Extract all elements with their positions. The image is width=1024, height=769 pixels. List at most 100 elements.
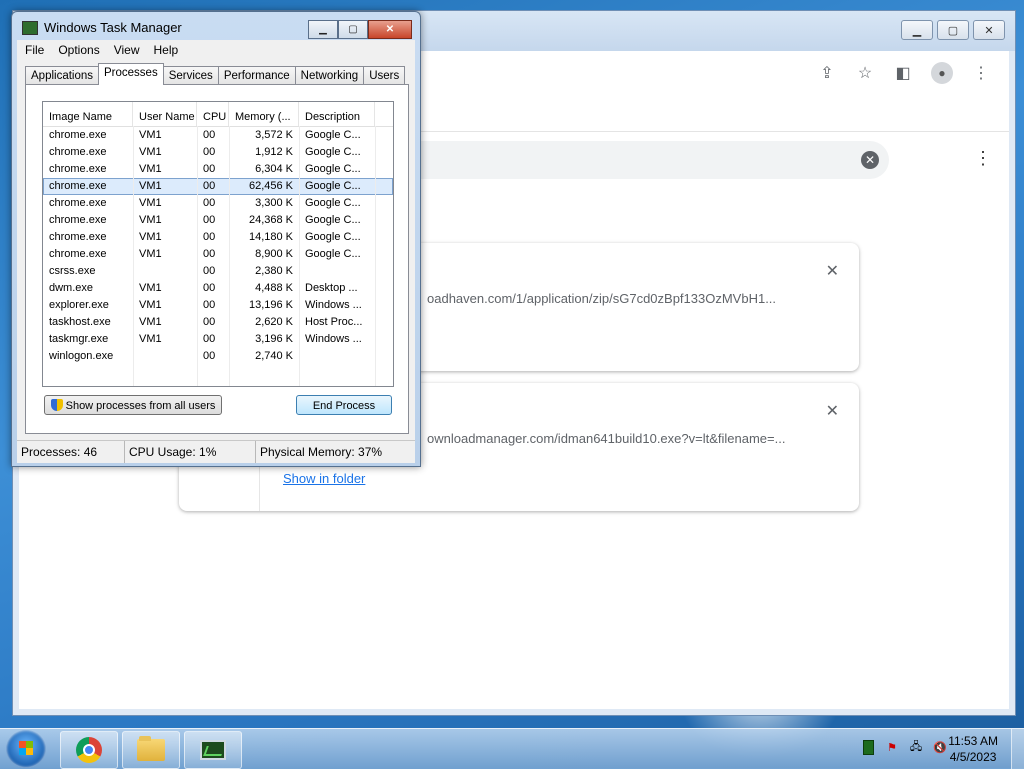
tab-strip: Applications Processes Services Performa… xyxy=(25,63,406,85)
column-cpu[interactable]: CPU xyxy=(197,102,229,126)
task-manager-window: Windows Task Manager ▁ ▢ ✕ File Options … xyxy=(11,11,421,467)
process-memory: 3,572 K xyxy=(255,129,293,141)
process-description xyxy=(299,263,375,280)
process-name: chrome.exe xyxy=(49,180,107,192)
clock-time: 11:53 AM xyxy=(948,734,998,748)
process-description: Google C... xyxy=(305,214,361,226)
menu-file[interactable]: File xyxy=(25,43,44,57)
tab-services[interactable]: Services xyxy=(162,66,219,85)
process-cpu: 00 xyxy=(203,129,216,141)
process-row[interactable]: taskhost.exe VM1 00 2,620 K Host Proc... xyxy=(43,314,393,331)
process-name: csrss.exe xyxy=(49,265,96,277)
start-button[interactable] xyxy=(6,730,46,768)
process-row[interactable]: chrome.exe VM1 00 14,180 K Google C... xyxy=(43,229,393,246)
more-actions-icon[interactable]: ⋮ xyxy=(974,149,992,167)
taskbar-explorer[interactable] xyxy=(122,731,180,769)
show-in-folder-link[interactable]: Show in folder xyxy=(283,471,365,486)
process-cpu: 00 xyxy=(203,282,216,294)
minimize-button[interactable]: ▁ xyxy=(308,20,338,39)
column-image-name[interactable]: Image Name xyxy=(43,102,133,126)
status-physical-memory: Physical Memory: 37% xyxy=(260,445,383,459)
process-row[interactable]: explorer.exe VM1 00 13,196 K Windows ... xyxy=(43,297,393,314)
taskbar-task-manager[interactable] xyxy=(184,731,242,769)
process-user xyxy=(133,263,197,280)
process-row[interactable]: chrome.exe VM1 00 24,368 K Google C... xyxy=(43,212,393,229)
clear-search-icon[interactable]: ✕ xyxy=(861,151,879,169)
process-cpu: 00 xyxy=(203,163,216,175)
process-row[interactable]: winlogon.exe 00 2,740 K xyxy=(43,348,393,365)
tab-applications[interactable]: Applications xyxy=(25,66,100,85)
process-row[interactable]: csrss.exe 00 2,380 K xyxy=(43,263,393,280)
column-memory[interactable]: Memory (... xyxy=(229,102,299,126)
process-name: chrome.exe xyxy=(49,146,107,158)
maximize-button[interactable]: ▢ xyxy=(937,20,969,40)
column-divider xyxy=(375,126,376,386)
close-button[interactable]: ✕ xyxy=(368,20,412,39)
process-list[interactable]: Image Name User Name CPU Memory (... Des… xyxy=(42,101,394,387)
process-row[interactable]: chrome.exe VM1 00 1,912 K Google C... xyxy=(43,144,393,161)
process-description: Google C... xyxy=(305,129,361,141)
process-row[interactable]: chrome.exe VM1 00 62,456 K Google C... xyxy=(43,178,393,195)
process-rows: chrome.exe VM1 00 3,572 K Google C... chrome.… xyxy=(43,127,393,365)
process-description: Google C... xyxy=(305,146,361,158)
downloads-search-input[interactable]: ✕ xyxy=(409,141,889,179)
tab-processes[interactable]: Processes xyxy=(98,63,164,85)
bookmark-star-icon[interactable]: ☆ xyxy=(855,63,875,83)
side-panel-icon[interactable]: ◧ xyxy=(893,63,913,83)
network-icon[interactable]: 🖧 xyxy=(908,739,924,755)
task-manager-icon xyxy=(22,20,38,35)
chrome-menu-icon[interactable]: ⋮ xyxy=(971,63,991,83)
column-description[interactable]: Description xyxy=(299,102,375,126)
tab-performance[interactable]: Performance xyxy=(217,66,296,85)
show-all-users-label: Show processes from all users xyxy=(65,400,216,412)
remove-download-icon[interactable]: ✕ xyxy=(826,261,839,281)
process-description: Windows ... xyxy=(305,299,362,311)
system-tray: ⚑ 🖧 🔇 xyxy=(860,739,948,755)
process-name: taskhost.exe xyxy=(49,316,111,328)
tab-users[interactable]: Users xyxy=(363,66,406,85)
process-memory: 62,456 K xyxy=(248,180,293,192)
process-memory: 3,300 K xyxy=(255,197,293,209)
process-row[interactable]: chrome.exe VM1 00 3,300 K Google C... xyxy=(43,195,393,212)
process-list-header: Image Name User Name CPU Memory (... Des… xyxy=(43,102,393,127)
remove-download-icon[interactable]: ✕ xyxy=(826,401,839,421)
profile-avatar-icon[interactable]: ● xyxy=(931,62,953,84)
process-row[interactable]: dwm.exe VM1 00 4,488 K Desktop ... xyxy=(43,280,393,297)
task-manager-body: Applications Processes Services Performa… xyxy=(17,60,415,460)
share-icon[interactable]: ⇪ xyxy=(817,63,837,83)
process-user: VM1 xyxy=(139,231,162,243)
column-divider xyxy=(133,126,134,386)
system-clock[interactable]: 11:53 AM 4/5/2023 xyxy=(948,733,998,765)
maximize-button[interactable]: ▢ xyxy=(338,20,368,39)
column-divider xyxy=(229,126,230,386)
close-button[interactable]: ✕ xyxy=(973,20,1005,40)
show-all-users-button[interactable]: Show processes from all users xyxy=(44,395,222,415)
process-name: explorer.exe xyxy=(49,299,109,311)
process-row[interactable]: chrome.exe VM1 00 8,900 K Google C... xyxy=(43,246,393,263)
show-desktop-button[interactable] xyxy=(1011,729,1024,769)
process-row[interactable]: taskmgr.exe VM1 00 3,196 K Windows ... xyxy=(43,331,393,348)
process-row[interactable]: chrome.exe VM1 00 6,304 K Google C... xyxy=(43,161,393,178)
process-description: Windows ... xyxy=(305,333,362,345)
tray-app-icon[interactable] xyxy=(860,739,876,755)
process-cpu: 00 xyxy=(203,197,216,209)
process-row[interactable]: chrome.exe VM1 00 3,572 K Google C... xyxy=(43,127,393,144)
process-memory: 3,196 K xyxy=(255,333,293,345)
process-cpu: 00 xyxy=(203,316,216,328)
tab-networking[interactable]: Networking xyxy=(294,66,365,85)
task-manager-title-bar[interactable]: Windows Task Manager xyxy=(22,20,182,35)
menu-view[interactable]: View xyxy=(114,43,140,57)
process-user: VM1 xyxy=(139,248,162,260)
menu-help[interactable]: Help xyxy=(154,43,179,57)
download-url[interactable]: oadhaven.com/1/application/zip/sG7cd0zBp… xyxy=(427,291,776,306)
process-description: Host Proc... xyxy=(305,316,363,328)
volume-muted-icon[interactable]: 🔇 xyxy=(932,739,948,755)
minimize-button[interactable]: ▁ xyxy=(901,20,933,40)
process-memory: 13,196 K xyxy=(248,299,293,311)
process-user: VM1 xyxy=(139,180,162,192)
action-center-flag-icon[interactable]: ⚑ xyxy=(884,739,900,755)
end-process-button[interactable]: End Process xyxy=(296,395,392,415)
download-url[interactable]: ownloadmanager.com/idman641build10.exe?v… xyxy=(427,431,785,446)
menu-options[interactable]: Options xyxy=(58,43,99,57)
taskbar-chrome[interactable] xyxy=(60,731,118,769)
